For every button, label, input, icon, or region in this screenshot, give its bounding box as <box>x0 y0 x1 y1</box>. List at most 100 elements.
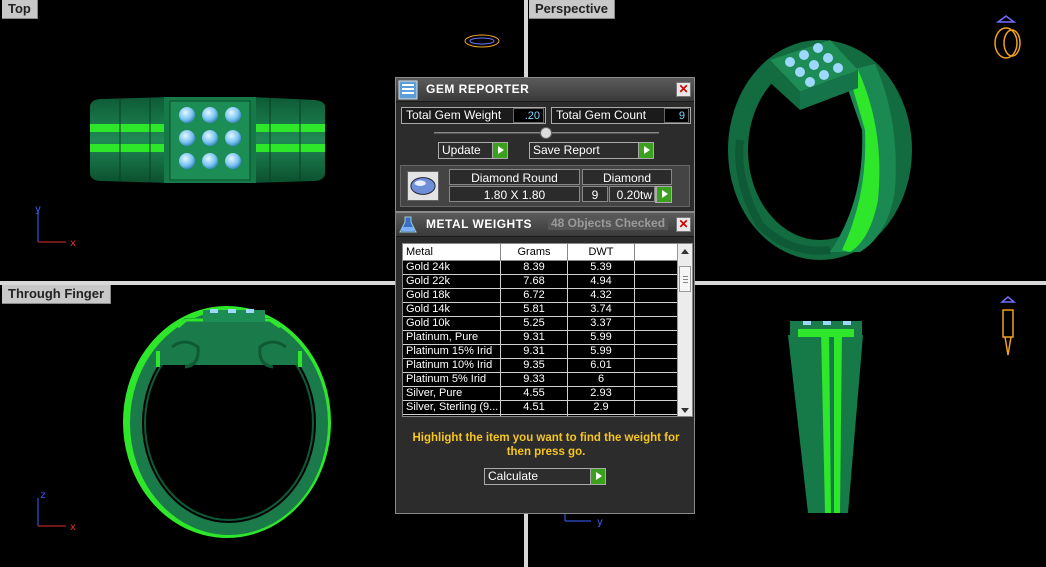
extra-cell <box>635 303 678 316</box>
stone-list-item[interactable]: Diamond Round 1.80 X 1.80 Diamond 9 0.20… <box>400 165 690 207</box>
table-row[interactable]: Silver, Coin (900)4.472.88 <box>403 415 678 416</box>
stone-count: 9 <box>582 186 608 202</box>
gem-reporter-panel: GEM REPORTER ✕ Total Gem Weight .20 Tota… <box>395 77 695 212</box>
grams-cell: 4.55 <box>501 387 568 400</box>
metal-name-cell: Gold 22k <box>403 275 501 288</box>
calculate-label: Calculate <box>488 469 539 483</box>
table-row[interactable]: Gold 10k 5.25 3.37 <box>403 317 678 331</box>
table-row[interactable]: Gold 14k 5.81 3.74 <box>403 303 678 317</box>
gem-grid <box>179 107 241 169</box>
dwt-cell: 2.93 <box>568 387 635 400</box>
update-label: Update <box>442 143 481 157</box>
save-report-dropdown[interactable]: Save Report <box>529 142 654 159</box>
metal-name-cell: Platinum 15% Irid <box>403 345 501 358</box>
update-button[interactable]: Update <box>438 142 508 159</box>
metal-name-cell: Gold 14k <box>403 303 501 316</box>
viewport-label-through-finger[interactable]: Through Finger <box>2 285 112 304</box>
table-row[interactable]: Platinum 5% Irid 9.33 6 <box>403 373 678 387</box>
stone-shape: Diamond Round <box>449 169 580 185</box>
stone-go-button[interactable] <box>655 186 672 203</box>
dwt-cell: 3.37 <box>568 317 635 330</box>
table-row[interactable]: Silver, Pure 4.55 2.93 <box>403 387 678 401</box>
total-gem-weight-label: Total Gem Weight <box>406 108 502 122</box>
table-row[interactable]: Gold 18k 6.72 4.32 <box>403 289 678 303</box>
metal-name-cell: Silver, Sterling (9... <box>403 401 501 414</box>
extra-cell <box>635 401 678 414</box>
svg-text:y: y <box>597 517 603 528</box>
extra-cell <box>635 317 678 330</box>
extra-cell <box>635 289 678 302</box>
play-arrow-icon <box>638 143 653 158</box>
round-diamond-icon <box>407 171 439 201</box>
grams-cell: 9.35 <box>501 359 568 372</box>
table-row[interactable]: Platinum, Pure 9.31 5.99 <box>403 331 678 345</box>
gem-reporter-titlebar[interactable]: GEM REPORTER ✕ <box>396 78 694 102</box>
beaker-icon <box>399 216 417 233</box>
orientation-gizmo-persp <box>994 15 1021 59</box>
dwt-cell: 6.01 <box>568 359 635 372</box>
extra-cell <box>635 261 678 274</box>
metal-name-cell: Platinum 5% Irid <box>403 373 501 386</box>
table-row[interactable]: Silver, Sterling (9... 4.51 2.9 <box>403 401 678 415</box>
table-scrollbar[interactable] <box>677 244 692 416</box>
viewport-label-top[interactable]: Top <box>2 0 38 19</box>
axis-indicator-finger: z x <box>37 490 76 533</box>
column-header-grams[interactable]: Grams <box>501 244 568 261</box>
extra-cell <box>635 415 678 416</box>
stone-size: 1.80 X 1.80 <box>449 186 580 202</box>
metal-name-cell: Gold 18k <box>403 289 501 302</box>
extra-cell <box>635 387 678 400</box>
total-gem-weight-value: .20 <box>513 108 544 123</box>
column-header-metal[interactable]: Metal <box>403 244 501 261</box>
svg-text:x: x <box>70 522 76 533</box>
objects-checked-status: 48 Objects Checked <box>548 216 669 230</box>
play-arrow-icon <box>492 143 507 158</box>
extra-cell <box>635 331 678 344</box>
calculate-dropdown[interactable]: Calculate <box>484 468 606 485</box>
dwt-cell: 2.88 <box>568 415 635 416</box>
svg-text:y: y <box>35 204 41 215</box>
svg-text:x: x <box>70 238 76 249</box>
grams-cell: 6.72 <box>501 289 568 302</box>
metal-weights-table[interactable]: Metal Grams DWT Gold 24k 8.39 5.39 Gold 22k… <box>402 243 693 417</box>
play-arrow-icon <box>656 187 671 202</box>
scroll-down-icon[interactable] <box>681 408 689 413</box>
table-header: Metal Grams DWT <box>403 244 678 261</box>
table-row[interactable]: Platinum 15% Irid 9.31 5.99 <box>403 345 678 359</box>
table-row[interactable]: Gold 24k 8.39 5.39 <box>403 261 678 275</box>
dwt-cell: 2.9 <box>568 401 635 414</box>
grams-cell: 7.68 <box>501 275 568 288</box>
extra-cell <box>635 345 678 358</box>
table-body: Gold 24k 8.39 5.39 Gold 22k 7.68 4.94 Gold 18k… <box>403 261 678 416</box>
column-header-extra[interactable] <box>635 244 678 261</box>
grams-cell: 4.47 <box>501 415 568 416</box>
dwt-cell: 3.74 <box>568 303 635 316</box>
instruction-text: Highlight the item you want to find the … <box>412 432 680 458</box>
grams-cell: 5.25 <box>501 317 568 330</box>
cad-workspace: y x Top Perspective z x Through Finger y… <box>0 0 1046 567</box>
svg-text:z: z <box>40 490 45 501</box>
extra-cell <box>635 373 678 386</box>
metal-weights-titlebar[interactable]: METAL WEIGHTS 48 Objects Checked ✕ <box>396 213 694 237</box>
column-header-dwt[interactable]: DWT <box>568 244 635 261</box>
metal-name-cell: Gold 10k <box>403 317 501 330</box>
gem-reporter-title: GEM REPORTER <box>426 82 530 96</box>
metal-name-cell: Gold 24k <box>403 261 501 274</box>
report-slider-handle[interactable] <box>540 127 552 139</box>
close-icon[interactable]: ✕ <box>676 217 691 232</box>
save-report-label: Save Report <box>533 143 600 157</box>
metal-name-cell: Silver, Pure <box>403 387 501 400</box>
table-row[interactable]: Platinum 10% Irid 9.35 6.01 <box>403 359 678 373</box>
metal-name-cell: Silver, Coin (900) <box>403 415 501 416</box>
scroll-up-icon[interactable] <box>681 249 689 254</box>
grams-cell: 9.31 <box>501 345 568 358</box>
dwt-cell: 6 <box>568 373 635 386</box>
play-arrow-icon <box>590 469 605 484</box>
scroll-thumb[interactable] <box>679 266 691 292</box>
close-icon[interactable]: ✕ <box>676 82 691 97</box>
viewport-label-perspective[interactable]: Perspective <box>529 0 615 19</box>
dwt-cell: 5.99 <box>568 331 635 344</box>
table-row[interactable]: Gold 22k 7.68 4.94 <box>403 275 678 289</box>
metal-weights-title: METAL WEIGHTS <box>426 217 533 231</box>
grams-cell: 4.51 <box>501 401 568 414</box>
